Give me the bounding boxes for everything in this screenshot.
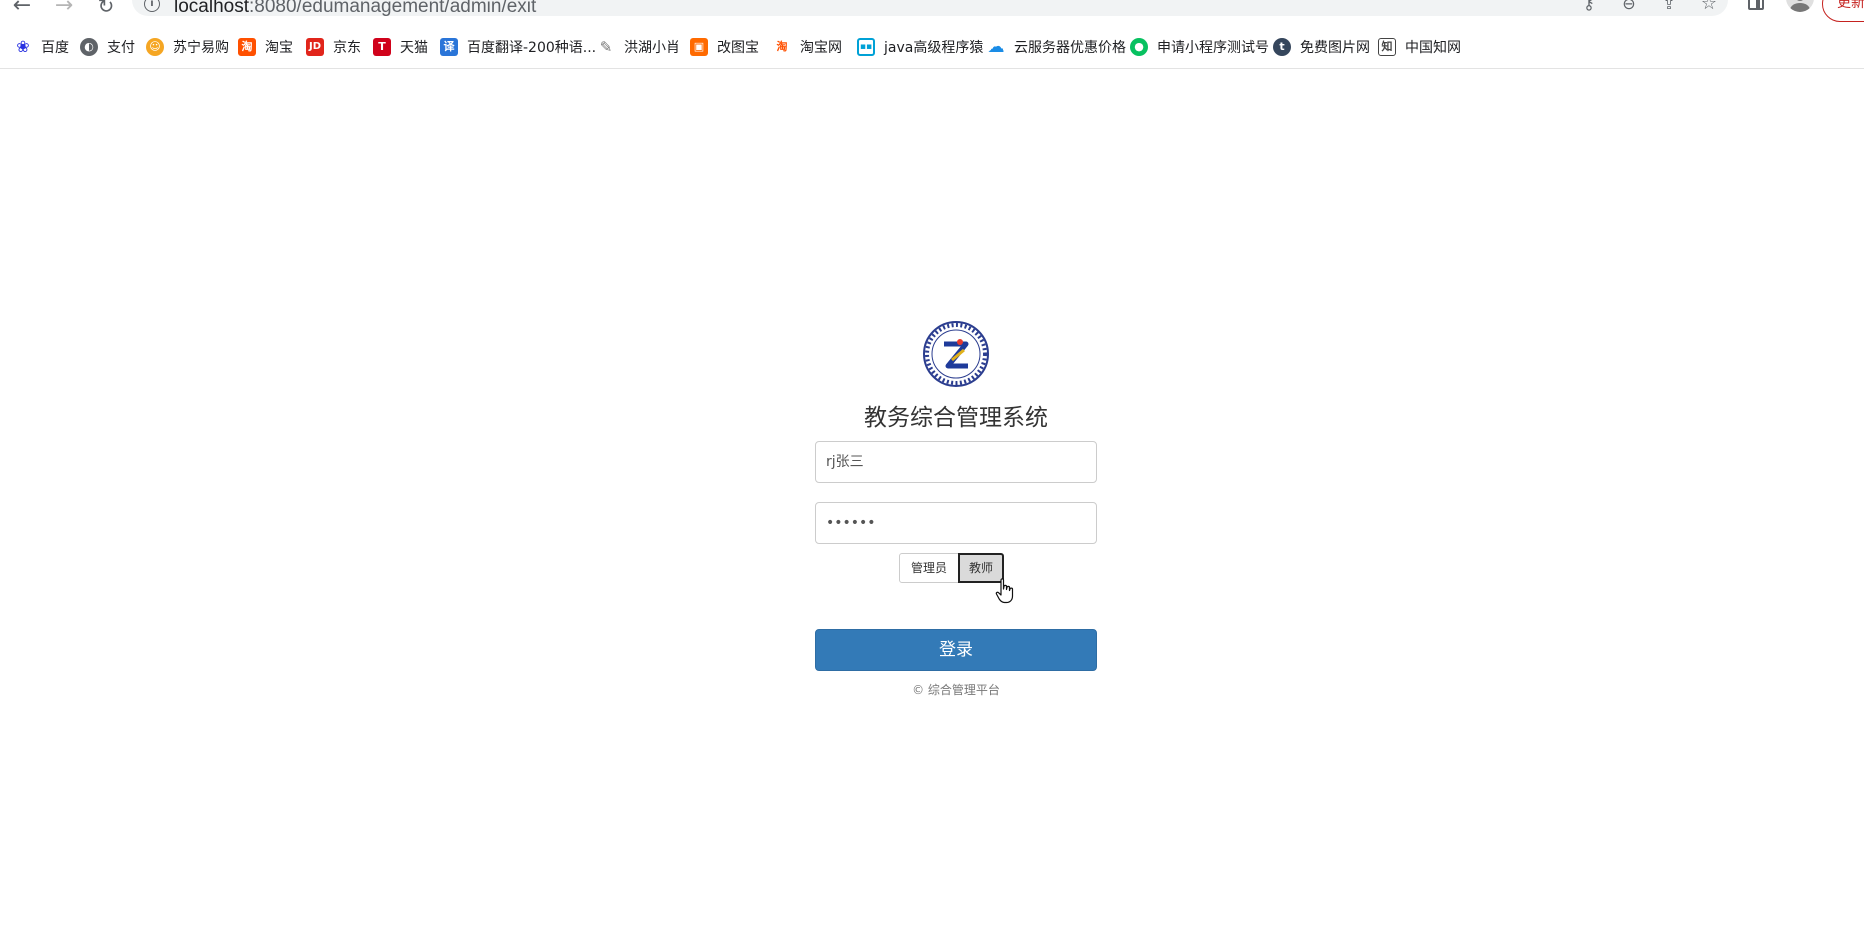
tmall-icon: T xyxy=(373,38,391,56)
address-bar[interactable]: i localhost:8080/edumanagement/admin/exi… xyxy=(132,0,1728,17)
back-arrow-icon[interactable]: ← xyxy=(8,0,36,20)
jd-icon: JD xyxy=(306,38,324,56)
bookmark-item[interactable]: JD 京东 xyxy=(306,36,361,58)
bookmark-label: 改图宝 xyxy=(717,40,759,56)
feather-icon: ✎ xyxy=(599,38,613,56)
baidu-paw-icon: ❀ xyxy=(16,37,30,56)
suning-lion-icon: ☺ xyxy=(146,38,164,56)
footer-copyright: © 综合管理平台 xyxy=(912,683,1000,697)
side-panel-icon[interactable] xyxy=(1748,0,1764,10)
login-button[interactable]: 登录 xyxy=(815,629,1097,671)
wechat-icon: ● xyxy=(1130,38,1148,56)
bookmark-label: 淘宝网 xyxy=(800,40,842,56)
bookmark-item[interactable]: 淘 淘宝 xyxy=(238,36,293,58)
url-text[interactable]: localhost:8080/edumanagement/admin/exit xyxy=(174,0,536,17)
bookmark-item[interactable]: ✎ 洪湖小肖 xyxy=(597,36,680,58)
username-input[interactable]: rj张三 xyxy=(815,441,1097,483)
bookmark-item[interactable]: 译 百度翻译-200种语... xyxy=(440,36,596,58)
browser-chrome: ← → ↻ i localhost:8080/edumanagement/adm… xyxy=(0,0,1864,69)
bookmark-item[interactable]: ● 申请小程序测试号 xyxy=(1130,36,1269,58)
bookmark-item[interactable]: ▣ 改图宝 xyxy=(690,36,759,58)
bookmark-label: 中国知网 xyxy=(1405,40,1461,56)
bookmark-label: 洪湖小肖 xyxy=(624,40,680,56)
reload-icon[interactable]: ↻ xyxy=(92,0,120,20)
globe-icon: ◐ xyxy=(80,38,98,56)
update-button[interactable]: 更新 xyxy=(1822,0,1864,22)
share-icon[interactable]: ⇪ xyxy=(1658,0,1680,12)
bookmark-label: 支付 xyxy=(107,40,135,56)
cnki-icon: 知 xyxy=(1378,38,1396,56)
taobao-icon: 淘 xyxy=(238,38,256,56)
bookmark-item[interactable]: ☺ 苏宁易购 xyxy=(146,36,229,58)
address-row: ← → ↻ i localhost:8080/edumanagement/adm… xyxy=(0,0,1864,28)
bookmark-label: 天猫 xyxy=(400,40,428,56)
bookmark-label: java高级程序猿 xyxy=(884,40,984,56)
bookmark-label: 百度翻译-200种语... xyxy=(467,40,597,56)
school-logo-icon xyxy=(923,321,989,387)
tumblr-icon: t xyxy=(1273,38,1291,56)
bookmark-item[interactable]: ❀ 百度 xyxy=(14,36,69,58)
bookmark-label: 免费图片网 xyxy=(1300,40,1370,56)
bilibili-icon: ▪▪ xyxy=(857,38,875,56)
bookmarks-bar: ❀ 百度 ◐ 支付 ☺ 苏宁易购 淘 淘宝 JD 京东 T 天猫 译 百度翻译-… xyxy=(0,36,1864,58)
url-host: localhost xyxy=(174,0,249,17)
bookmark-label: 苏宁易购 xyxy=(173,40,229,56)
bookmark-item[interactable]: ▪▪ java高级程序猿 xyxy=(857,36,983,58)
bookmark-label: 百度 xyxy=(41,40,69,56)
bookmark-item[interactable]: 知 中国知网 xyxy=(1378,36,1461,58)
bookmark-item[interactable]: ◐ 支付 xyxy=(80,36,135,58)
bookmark-label: 京东 xyxy=(333,40,361,56)
bookmark-label: 云服务器优惠价格 xyxy=(1014,40,1126,56)
bookmark-star-icon[interactable]: ☆ xyxy=(1698,0,1720,13)
bookmark-item[interactable]: T 天猫 xyxy=(373,36,428,58)
password-input[interactable]: •••••• xyxy=(815,502,1097,544)
bookmark-item[interactable]: ☁ 云服务器优惠价格 xyxy=(987,36,1127,58)
hand-cursor-icon xyxy=(995,578,1014,604)
bookmark-label: 淘宝 xyxy=(265,40,293,56)
translate-icon: 译 xyxy=(440,38,458,56)
role-admin-button[interactable]: 管理员 xyxy=(899,553,960,583)
gaitubao-icon: ▣ xyxy=(690,38,708,56)
url-path: :8080/edumanagement/admin/exit xyxy=(249,0,537,17)
bookmark-item[interactable]: t 免费图片网 xyxy=(1273,36,1370,58)
forward-arrow-icon[interactable]: → xyxy=(50,0,78,20)
taobao-net-icon: 淘 xyxy=(776,40,788,53)
cloud-icon: ☁ xyxy=(987,37,1005,57)
role-selector: 管理员 教师 xyxy=(899,553,1005,583)
zoom-out-icon[interactable]: ⊖ xyxy=(1618,0,1640,12)
key-icon[interactable]: ⚷ xyxy=(1578,0,1600,12)
bookmark-label: 申请小程序测试号 xyxy=(1157,40,1269,56)
profile-avatar-icon[interactable] xyxy=(1786,0,1814,12)
bookmark-item[interactable]: 淘 淘宝网 xyxy=(773,36,843,58)
page-title: 教务综合管理系统 xyxy=(864,405,1048,431)
site-info-icon[interactable]: i xyxy=(144,0,160,12)
